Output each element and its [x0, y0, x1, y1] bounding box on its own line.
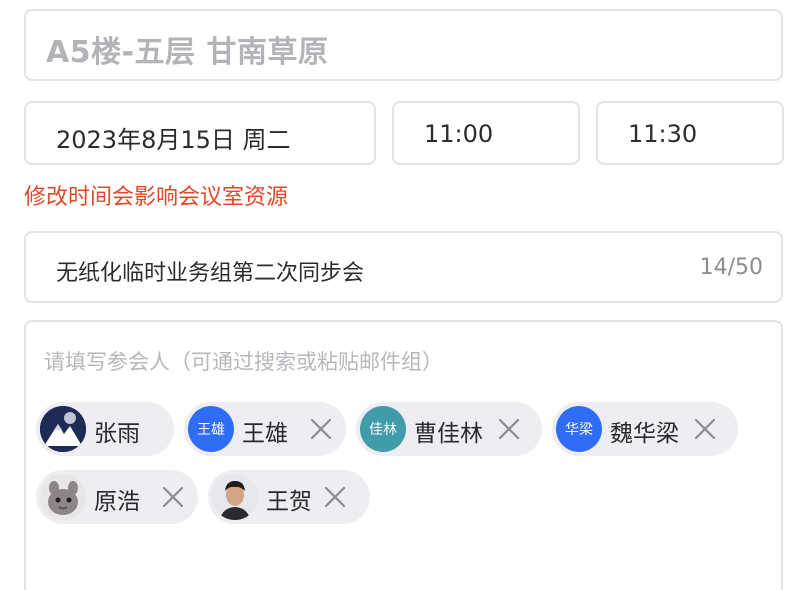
avatar: 王雄: [188, 406, 234, 452]
attendee-chip[interactable]: 王贺: [208, 470, 370, 524]
start-time-value: 11:00: [424, 120, 494, 148]
attendee-chip[interactable]: 原浩: [36, 470, 198, 524]
remove-attendee-icon[interactable]: [496, 416, 522, 442]
attendee-chip[interactable]: 华梁 魏华梁: [552, 402, 738, 456]
subject-char-counter: 14/50: [699, 255, 763, 280]
date-value: 2023年8月15日 周二: [56, 126, 291, 154]
attendee-chip[interactable]: 王雄 王雄: [184, 402, 346, 456]
avatar: 佳林: [360, 406, 406, 452]
attendee-name: 张雨: [94, 421, 140, 447]
attendee-placeholder: 请填写参会人（可通过搜索或粘贴邮件组）: [44, 350, 443, 374]
attendee-name: 原浩: [94, 489, 140, 515]
time-change-warning: 修改时间会影响会议室资源: [24, 185, 289, 210]
meeting-subject-input[interactable]: 无纸化临时业务组第二次同步会 14/50: [24, 231, 783, 303]
meeting-room-field[interactable]: A5楼-五层 甘南草原: [24, 9, 783, 81]
remove-attendee-icon[interactable]: [322, 484, 348, 510]
attendee-name: 魏华梁: [610, 421, 679, 447]
start-time-picker[interactable]: 11:00: [392, 101, 580, 165]
attendee-chip[interactable]: 佳林 曹佳林: [356, 402, 542, 456]
attendee-input[interactable]: 请填写参会人（可通过搜索或粘贴邮件组） 张雨 王雄 王雄 佳林 曹佳林 华梁 魏…: [24, 320, 783, 590]
remove-attendee-icon[interactable]: [308, 416, 334, 442]
end-time-picker[interactable]: 11:30: [596, 101, 784, 165]
remove-attendee-icon[interactable]: [692, 416, 718, 442]
date-picker[interactable]: 2023年8月15日 周二: [24, 101, 376, 165]
meeting-room-text: A5楼-五层 甘南草原: [46, 35, 329, 70]
end-time-value: 11:30: [628, 120, 698, 148]
avatar: [40, 474, 86, 520]
attendee-name: 曹佳林: [414, 421, 483, 447]
avatar: [212, 474, 258, 520]
remove-attendee-icon[interactable]: [160, 484, 186, 510]
attendee-chip[interactable]: 张雨: [36, 402, 174, 456]
avatar: [40, 406, 86, 452]
avatar: 华梁: [556, 406, 602, 452]
meeting-subject-text: 无纸化临时业务组第二次同步会: [56, 261, 365, 286]
attendee-name: 王贺: [266, 489, 312, 515]
attendee-name: 王雄: [242, 421, 288, 447]
